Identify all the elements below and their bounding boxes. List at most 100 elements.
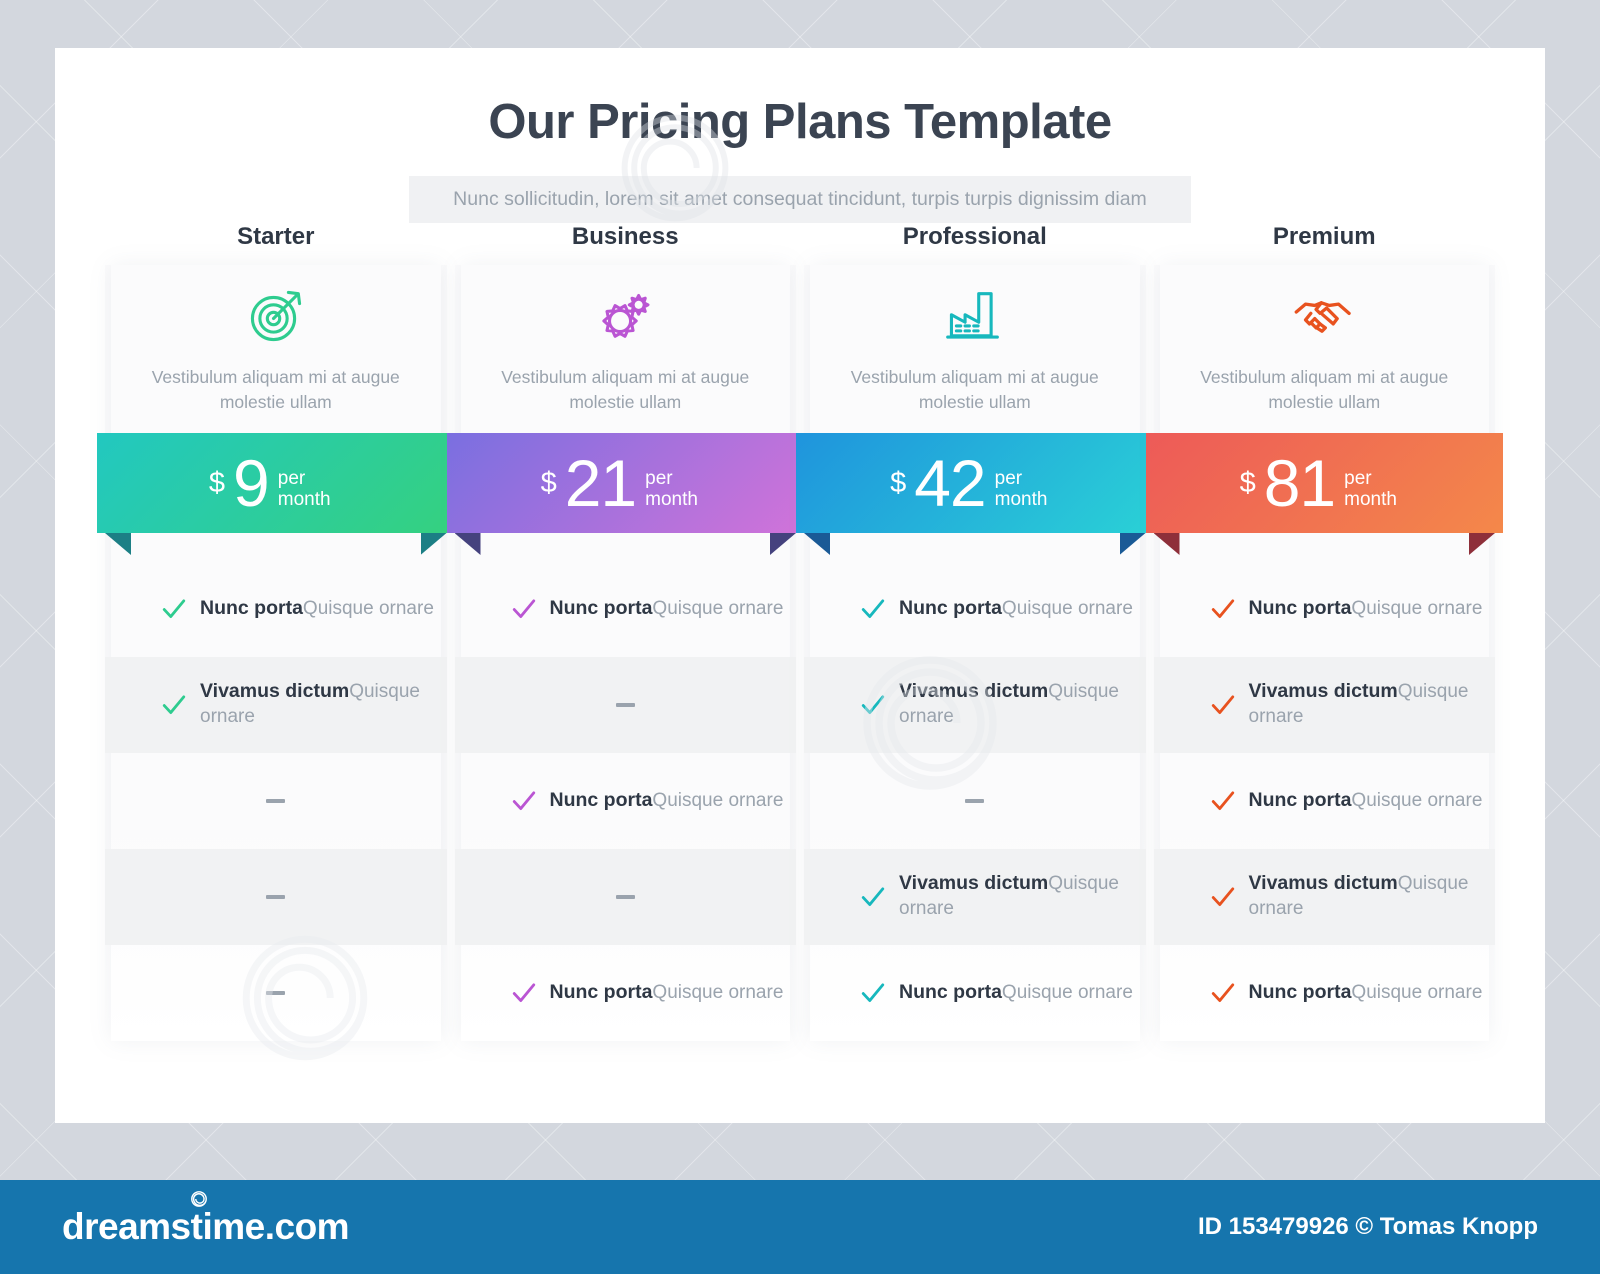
plan-description: Vestibulum aliquam mi at augue molestie … [151,367,400,412]
feature-list: Nunc portaQuisque ornare Vivamus dictumQu… [1153,561,1496,1041]
dash-icon [266,799,286,803]
feature-row: Nunc portaQuisque ornare [1154,945,1496,1041]
dreamstime-logo: dreamstime.com [62,1191,350,1248]
plan-card: Vestibulum aliquam mi at augue molestie … [796,265,1154,1041]
price-ribbon-wrap: $9 per month [97,433,455,561]
plan-name: Business [571,223,679,250]
feature-row-unavailable [454,849,796,945]
feature-title: Nunc porta [549,596,653,619]
ribbon-fold-left [804,533,830,555]
dash-icon [266,895,286,899]
feature-row-unavailable [105,849,447,945]
feature-text: Vivamus dictumQuisque ornare [1249,680,1496,729]
ribbon-fold-right [1469,533,1495,555]
check-icon [860,596,886,622]
feature-subtitle: Quisque ornare [1001,597,1133,619]
feature-row: Nunc portaQuisque ornare [804,945,1146,1041]
billing-period: per month [995,468,1048,511]
feature-text: Nunc portaQuisque ornare [1249,981,1483,1006]
check-icon [161,596,187,622]
feature-text: Vivamus dictumQuisque ornare [899,872,1146,921]
feature-row: Nunc portaQuisque ornare [1154,753,1496,849]
check-icon [511,596,537,622]
price-ribbon[interactable]: $21 per month [446,433,804,533]
feature-subtitle: Quisque ornare [1351,597,1483,619]
feature-title: Vivamus dictum [899,680,1049,703]
feature-row: Nunc portaQuisque ornare [804,561,1146,657]
feature-row-unavailable [105,945,447,1041]
feature-subtitle: Quisque ornare [1001,981,1133,1003]
feature-subtitle: Quisque ornare [1351,981,1483,1003]
feature-row: Nunc portaQuisque ornare [105,561,447,657]
pricing-plan-professional[interactable]: Professional Vestibulum aliquam mi at aug… [796,223,1154,1041]
page-subtitle: Nunc sollicitudin, lorem sit amet conseq… [453,188,1147,210]
feature-row: Nunc portaQuisque ornare [1154,561,1496,657]
feature-text: Vivamus dictumQuisque ornare [1249,872,1496,921]
price-ribbon-wrap: $81 per month [1145,433,1503,561]
per-label: per [645,467,673,489]
period-label: month [994,489,1048,510]
handshake-icon [1154,279,1496,353]
feature-row: Vivamus dictumQuisque ornare [804,849,1146,945]
price: $81 per month [1240,450,1397,516]
dash-icon [965,799,985,803]
pricing-plans-grid: Starter Vestibulum aliquam mi at augue mo… [97,223,1503,1041]
feature-title: Nunc porta [1248,980,1352,1003]
price-amount: 9 [233,446,270,520]
currency-symbol: $ [540,467,557,499]
feature-title: Nunc porta [899,980,1002,1003]
pricing-plan-premium[interactable]: Premium Vestibulum aliquam mi at augue mo… [1145,223,1503,1041]
subtitle-band: Nunc sollicitudin, lorem sit amet conseq… [409,176,1191,223]
feature-text: Nunc portaQuisque ornare [1249,597,1483,622]
feature-title: Vivamus dictum [899,872,1049,895]
dash-icon [615,895,635,899]
check-icon [511,788,537,814]
currency-symbol: $ [208,467,226,499]
page-title: Our Pricing Plans Template [488,95,1112,149]
feature-text: Vivamus dictumQuisque ornare [200,680,447,729]
feature-row: Vivamus dictumQuisque ornare [105,657,447,753]
feature-row: Vivamus dictumQuisque ornare [1153,657,1496,753]
price-ribbon[interactable]: $9 per month [97,433,455,533]
plan-card: Vestibulum aliquam mi at augue molestie … [97,265,455,1041]
price-ribbon[interactable]: $81 per month [1145,433,1503,533]
per-label: per [1344,467,1372,489]
feature-list: Nunc portaQuisque ornare Nunc portaQuisqu… [454,561,796,1041]
check-icon [1210,884,1236,910]
feature-title: Vivamus dictum [200,680,350,703]
price-amount: 81 [1263,446,1336,520]
dreamstime-watermark-footer: dreamstime.com ID 153479926 © Tomas Knop… [0,1180,1600,1274]
plan-description: Vestibulum aliquam mi at augue molestie … [501,367,750,412]
image-credit: ID 153479926 © Tomas Knopp [1197,1213,1538,1240]
gears-icon [455,279,797,353]
pricing-plan-business[interactable]: Business Vestibulum aliquam mi at augue m… [446,223,804,1041]
price-ribbon-wrap: $21 per month [446,433,804,561]
feature-row: Vivamus dictumQuisque ornare [1153,849,1496,945]
feature-text: Nunc portaQuisque ornare [550,981,784,1006]
dash-icon [615,703,635,707]
feature-text: Nunc portaQuisque ornare [550,597,784,622]
feature-subtitle: Quisque ornare [302,597,434,619]
check-icon [860,980,886,1006]
feature-list: Nunc portaQuisque ornare Vivamus dictumQu… [804,561,1146,1041]
feature-subtitle: Quisque ornare [652,597,784,619]
feature-title: Vivamus dictum [1248,872,1398,895]
period-label: month [1344,489,1397,510]
feature-row-unavailable [454,657,796,753]
feature-title: Nunc porta [1248,596,1352,619]
pricing-plan-starter[interactable]: Starter Vestibulum aliquam mi at augue mo… [97,223,455,1041]
check-icon [1210,596,1236,622]
check-icon [1210,980,1236,1006]
plan-name: Starter [237,223,315,250]
feature-subtitle: Quisque ornare [652,981,784,1003]
price: $21 per month [541,450,698,516]
feature-title: Nunc porta [549,788,653,811]
feature-title: Vivamus dictum [1248,680,1398,703]
check-icon [1210,692,1236,718]
period-label: month [277,489,331,510]
ribbon-fold-left [454,533,481,555]
price-ribbon-wrap: $42 per month [796,433,1154,561]
price-amount: 21 [564,446,637,520]
price: $9 per month [209,450,331,516]
price-ribbon[interactable]: $42 per month [796,433,1154,533]
